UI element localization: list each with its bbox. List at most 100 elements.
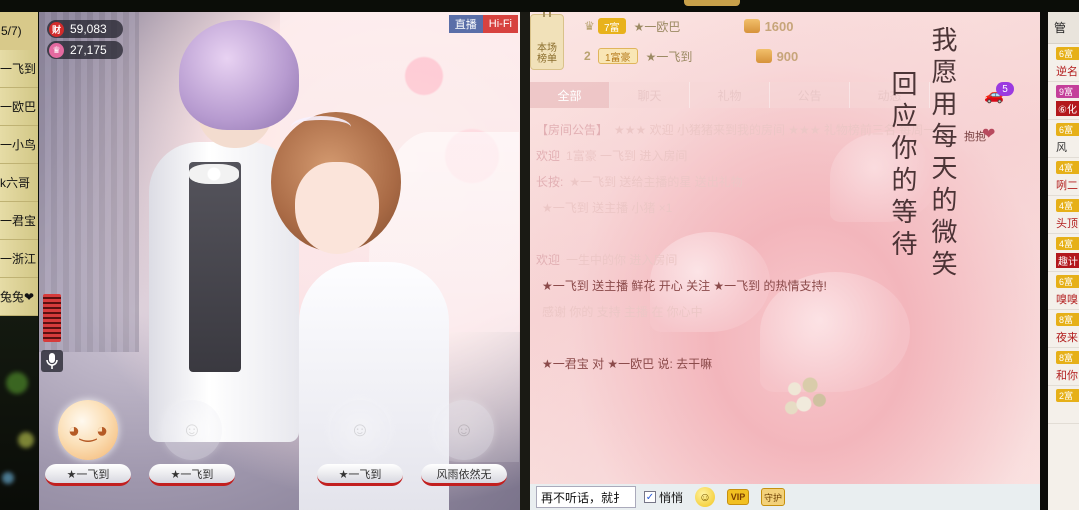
avatar[interactable]: ☺ — [162, 400, 222, 460]
coin-icon — [755, 49, 772, 63]
wealth-value: 59,083 — [70, 22, 107, 36]
rank-row[interactable]: 2 1富豪 ★一飞到 900 — [584, 46, 798, 66]
admin-list-item[interactable]: 8富 夜来 — [1048, 310, 1079, 348]
bride-face — [295, 162, 379, 254]
emoji-button[interactable]: ☺ — [695, 487, 716, 507]
viewer-list-item[interactable]: 一浙江 — [0, 240, 38, 278]
stream-badges: 直播 Hi-Fi — [448, 15, 518, 33]
admin-name: ⑥化 — [1056, 101, 1079, 116]
rank-name: ★一飞到 — [645, 49, 693, 64]
rank-score-value: 1600 — [764, 18, 794, 34]
message-nick[interactable]: 欢迎 — [536, 251, 560, 268]
whisper-toggle[interactable]: ✓ 悄悄 — [644, 489, 683, 506]
admin-list-item[interactable]: 4富 头顶 — [1048, 196, 1079, 234]
viewer-list-item[interactable]: 一欧巴 — [0, 88, 38, 126]
avatar[interactable]: ☺ — [434, 400, 494, 460]
admin-list-item[interactable]: 8富和你 — [1048, 348, 1079, 386]
viewer-list-left: 5/7) 一飞到 一欧巴 一小鸟 k六哥 一君宝 一浙江 兔兔❤ — [0, 12, 38, 510]
chat-message — [536, 324, 1026, 350]
queue-slot[interactable]: ☺ ★一飞到 — [317, 390, 403, 486]
volume-meter — [43, 294, 61, 342]
admin-list-item[interactable]: 6富风 — [1048, 120, 1079, 158]
message-nick[interactable]: 长按: — [536, 173, 563, 190]
queue-slot[interactable]: ◕‿◕ ★一飞到 — [45, 390, 131, 486]
car-count-badge: 5 — [996, 82, 1014, 96]
queue-slot[interactable]: ☺ ★一飞到 — [149, 390, 235, 486]
live-video-stage[interactable]: 财 59,083 ♛ 27,175 直播 Hi-Fi ◕‿◕ ★一飞到 ☺ ★一… — [39, 12, 520, 510]
viewer-list-item[interactable]: 一君宝 — [0, 202, 38, 240]
message-body: 1富豪 一飞到 进入房间 — [566, 148, 688, 163]
admin-name: 和你 — [1056, 370, 1078, 382]
avatar[interactable]: ☺ — [330, 400, 390, 460]
right-divider — [1040, 12, 1048, 510]
admin-name: 逆名 — [1056, 66, 1078, 78]
viewer-list-header: 5/7) — [0, 12, 38, 50]
admin-name: 嗅嗅 — [1056, 294, 1078, 306]
message-body: ★一飞到 送主播 鲜花 开心 关注 ★一飞到 的热情支持! — [542, 278, 827, 293]
admin-name: 风 — [1056, 142, 1067, 154]
guard-button[interactable]: 守护 — [761, 488, 786, 506]
message-body: ★一君宝 对 ★一欧巴 说: 去干嘛 — [542, 356, 713, 371]
rank-tag-label: 本场榜单 — [537, 43, 557, 65]
hifi-badge[interactable]: Hi-Fi — [482, 15, 518, 33]
message-body: ★一飞到 送给主播的星 送出礼物 — [569, 174, 743, 189]
admin-list-item[interactable]: 6富逆名 — [1048, 44, 1079, 82]
level-chip: 8富 — [1056, 313, 1079, 326]
groom-bowtie — [189, 164, 239, 184]
rank-tag[interactable]: 本场榜单 — [530, 12, 564, 70]
admin-list-item[interactable]: 9富 ⑥化 — [1048, 82, 1079, 120]
heart-icon[interactable]: ❤ — [982, 124, 995, 144]
admin-list-item[interactable]: 4富 趣计 — [1048, 234, 1079, 272]
chat-input[interactable] — [536, 486, 636, 508]
tab-chat[interactable]: 聊天 — [610, 82, 690, 108]
queue-name: ★一飞到 — [149, 464, 235, 486]
vip-button[interactable]: VIP — [727, 489, 750, 505]
whisper-checkbox[interactable]: ✓ — [644, 491, 656, 503]
level-chip: 7富 — [598, 18, 626, 34]
wealth-icon: 财 — [49, 21, 64, 37]
groom-vest — [189, 162, 241, 372]
level-chip: 6富 — [1056, 47, 1079, 60]
rank-name: ★一欧巴 — [633, 19, 681, 34]
viewer-list-item[interactable]: k六哥 — [0, 164, 38, 202]
charm-value: 27,175 — [70, 43, 107, 57]
avatar[interactable]: ◕‿◕ — [58, 400, 118, 460]
bouquet-decor — [776, 366, 838, 442]
viewer-list-item[interactable]: 一飞到 — [0, 50, 38, 88]
message-nick[interactable]: 欢迎 — [536, 147, 560, 164]
level-chip: 8富 — [1056, 351, 1079, 364]
poem-line-1: 我愿用每天的微笑 — [927, 26, 957, 282]
mic-queue: ◕‿◕ ★一飞到 ☺ ★一飞到 ☺ ★一飞到 ☺ 风雨依然无 — [39, 382, 520, 510]
bokeh-light — [18, 432, 34, 448]
tab-notice[interactable]: 公告 — [770, 82, 850, 108]
wealth-stat: 财 59,083 — [47, 20, 123, 38]
admin-list-header[interactable]: 管 — [1048, 12, 1079, 44]
message-body: ★一飞到 送主播 小猪 ×1 — [542, 200, 673, 215]
poem-overlay: 我愿用每天的微笑 回应你的等待 — [886, 26, 964, 286]
admin-list: 管 6富 逆名 9富 ⑥化 6富风 4富 咧二 4富 头顶 4富 趣计 6富 嗅嗅 8富 夜来 8富 和你 2富 — [1048, 12, 1079, 510]
queue-slot[interactable]: ☺ 风雨依然无 — [421, 390, 507, 486]
groom-hair — [179, 20, 299, 130]
level-chip: 4富 — [1056, 237, 1079, 250]
bride-tiara — [291, 116, 351, 138]
host-stats: 财 59,083 ♛ 27,175 — [47, 20, 123, 62]
admin-list-item[interactable]: 2富 — [1048, 386, 1079, 424]
trophy-icon: ♛ — [584, 19, 595, 33]
tab-gifts[interactable]: 礼物 — [690, 82, 770, 108]
mic-controls — [41, 294, 63, 380]
chat-input-bar: ✓ 悄悄 ☺ VIP 守护 — [530, 484, 1040, 510]
message-nick[interactable]: 【房间公告】 — [536, 121, 608, 138]
level-chip: 1富豪 — [598, 48, 638, 64]
level-chip: 4富 — [1056, 199, 1079, 212]
whisper-label: 悄悄 — [659, 490, 684, 505]
tab-all[interactable]: 全部 — [530, 82, 610, 108]
microphone-icon[interactable] — [41, 350, 63, 372]
viewer-list-item[interactable]: 兔兔❤ — [0, 278, 38, 316]
rank-score-value: 900 — [776, 48, 799, 64]
message-body: 感谢 你的 支持 主播 在 你心中 — [542, 304, 703, 319]
rank-row[interactable]: ♛ 7富 ★一欧巴 1600 — [584, 16, 793, 36]
admin-list-item[interactable]: 6富 嗅嗅 — [1048, 272, 1079, 310]
admin-list-item[interactable]: 4富 咧二 — [1048, 158, 1079, 196]
rank-number: 2 — [584, 49, 591, 63]
viewer-list-item[interactable]: 一小鸟 — [0, 126, 38, 164]
